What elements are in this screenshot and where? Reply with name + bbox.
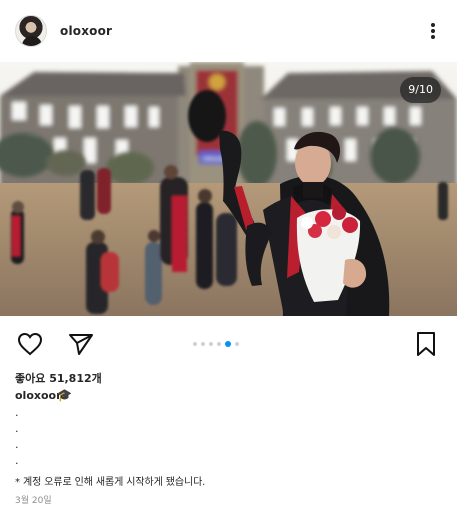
carousel-counter: 9/10 <box>400 77 441 103</box>
graduation-cap-emoji: 🎓 <box>57 388 72 402</box>
more-vertical-icon[interactable] <box>428 21 438 41</box>
caption-dot-line: . <box>15 422 19 435</box>
graduation-photo: ORIGINAL <box>0 62 457 316</box>
carousel-dot <box>193 342 197 346</box>
carousel-indicator <box>193 340 239 348</box>
caption-dot-line: . <box>15 438 19 451</box>
send-icon[interactable] <box>66 329 96 359</box>
post-media-carousel[interactable]: ORIGINAL 9/10 <box>0 62 457 316</box>
bookmark-icon[interactable] <box>411 329 441 359</box>
like-count[interactable]: 좋아요 51,812개 <box>15 370 102 386</box>
caption-note: * 계정 오류로 인해 새롭게 시작하게 됐습니다. <box>15 477 206 488</box>
post-actions <box>0 322 457 364</box>
carousel-dot <box>201 342 205 346</box>
post-date: 3월 20일 <box>15 496 52 506</box>
post-header: oloxoor <box>0 0 457 62</box>
caption-dot-line: . <box>15 406 19 419</box>
heart-icon[interactable] <box>15 329 45 359</box>
caption-username[interactable]: oloxoor <box>15 389 62 402</box>
username[interactable]: oloxoor <box>60 24 112 38</box>
carousel-dot <box>235 342 239 346</box>
active-carousel-dot <box>225 341 231 347</box>
caption-dot-line: . <box>15 454 19 467</box>
avatar[interactable] <box>15 15 47 47</box>
carousel-dot <box>209 342 213 346</box>
carousel-dot <box>217 342 221 346</box>
